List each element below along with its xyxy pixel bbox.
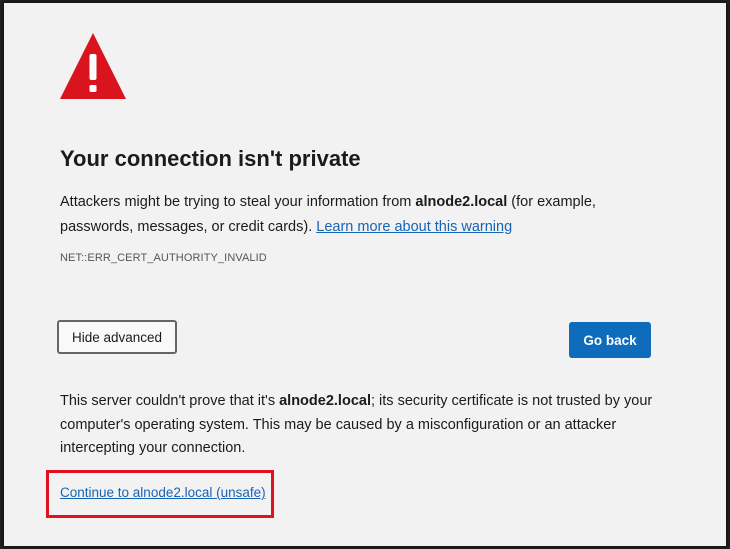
page-title: Your connection isn't private <box>60 146 361 171</box>
warning-description: Attackers might be trying to steal your … <box>60 190 670 240</box>
error-code: NET::ERR_CERT_AUTHORITY_INVALID <box>60 252 267 264</box>
warning-triangle-icon <box>60 33 126 99</box>
learn-more-link[interactable]: Learn more about this warning <box>316 219 512 235</box>
host-name: alnode2.local <box>415 194 508 210</box>
go-back-button[interactable]: Go back <box>569 322 651 358</box>
details-host-name: alnode2.local <box>279 393 371 409</box>
hide-advanced-button[interactable]: Hide advanced <box>57 320 177 354</box>
details-prefix: This server couldn't prove that it's <box>60 393 280 409</box>
description-prefix: Attackers might be trying to steal your … <box>60 194 416 210</box>
advanced-details-text: This server couldn't prove that it's aln… <box>60 390 670 461</box>
proceed-unsafe-link[interactable]: Continue to alnode2.local (unsafe) <box>60 485 266 500</box>
